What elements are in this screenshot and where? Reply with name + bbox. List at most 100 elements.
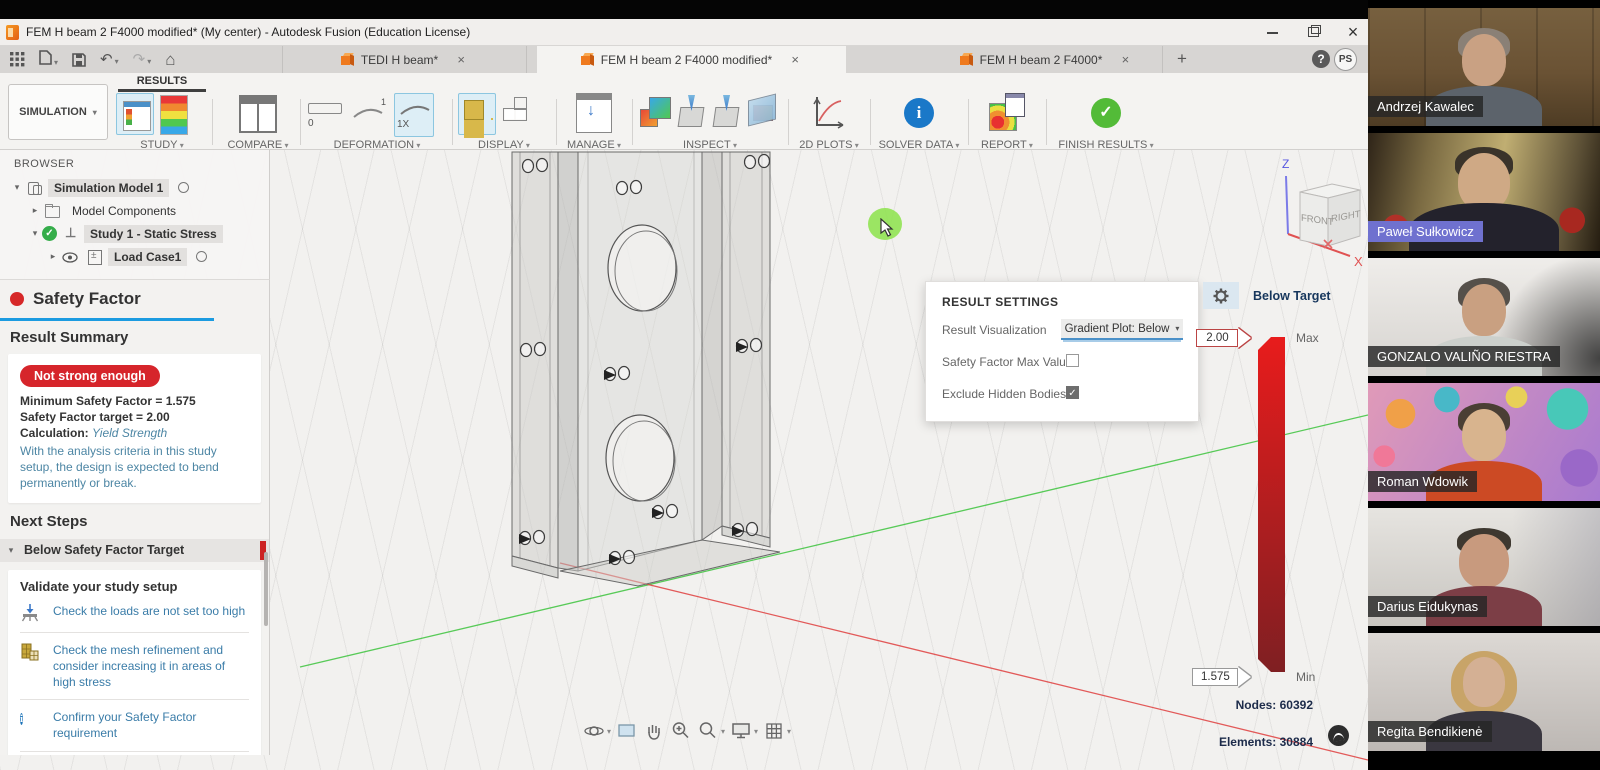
- slice-plane-icon[interactable]: [747, 93, 780, 129]
- video-tile[interactable]: Andrzej Kawalec: [1368, 8, 1600, 126]
- tab-close-icon[interactable]: [454, 52, 468, 67]
- study-details-icon[interactable]: [116, 93, 154, 135]
- ribbon-tab-results[interactable]: RESULTS: [118, 75, 206, 87]
- step-text: Check the mesh refinement and consider i…: [53, 642, 249, 691]
- tree-item-study1[interactable]: ▾ Study 1 - Static Stress: [0, 222, 269, 245]
- save-icon[interactable]: [72, 53, 86, 67]
- tab-tedi-h-beam[interactable]: TEDI H beam*: [282, 46, 527, 73]
- redo-button[interactable]: ↷▾: [133, 50, 152, 69]
- video-tile[interactable]: Darius Eidukynas: [1368, 508, 1600, 626]
- finish-results-icon[interactable]: [1091, 98, 1121, 128]
- h-beam-model[interactable]: [470, 150, 990, 620]
- display-settings-button[interactable]: ▾: [730, 720, 758, 742]
- display-blocks-icon[interactable]: [502, 97, 536, 131]
- deformation-actual-icon[interactable]: 1: [350, 93, 388, 133]
- group-manage: MANAGE: [562, 93, 626, 149]
- activate-radio[interactable]: [178, 182, 189, 193]
- result-visualization-dropdown[interactable]: Gradient Plot: Below: [1061, 319, 1183, 340]
- compare-icon[interactable]: [239, 95, 277, 133]
- tab-close-icon[interactable]: [1118, 52, 1132, 67]
- 2d-plot-icon[interactable]: [811, 93, 847, 133]
- tab-label: FEM H beam 2 F4000 modified*: [601, 53, 772, 67]
- home-icon[interactable]: ⌂: [165, 50, 175, 70]
- step-nonlinear-study[interactable]: If the Displacement result shows high di…: [20, 752, 249, 756]
- expand-caret-icon[interactable]: ▸: [46, 251, 60, 262]
- legend-min-pointer[interactable]: 1.575: [1192, 666, 1251, 687]
- display-mesh-icon[interactable]: [458, 93, 496, 135]
- video-tile[interactable]: Regita Bendikienė: [1368, 633, 1600, 751]
- window-title: FEM H beam 2 F4000 modified* (My center)…: [26, 25, 470, 39]
- expand-caret-icon[interactable]: ▸: [28, 205, 42, 216]
- top-black-strip: [0, 0, 1368, 19]
- tab-label: FEM H beam 2 F4000*: [980, 53, 1103, 67]
- inspect-results-icon[interactable]: [640, 97, 671, 129]
- legend-color-bar[interactable]: [1258, 337, 1285, 672]
- orbit-button[interactable]: ▾: [583, 720, 611, 742]
- legend-min-value[interactable]: 1.575: [1192, 668, 1238, 686]
- maximize-button[interactable]: [1306, 25, 1320, 39]
- deformation-undeformed-icon[interactable]: 0: [306, 93, 344, 133]
- legend-settings-button[interactable]: [1203, 282, 1239, 309]
- safety-factor-max-checkbox[interactable]: [1066, 354, 1079, 367]
- pan-button[interactable]: [643, 720, 665, 742]
- nodes-count: Nodes: 60392: [1150, 698, 1313, 712]
- ribbon-toolbar: SIMULATION RESULTS STUDY COMPARE 0 1: [0, 73, 1368, 150]
- group-display: DISPLAY: [458, 93, 550, 149]
- step-confirm-requirement[interactable]: Confirm your Safety Factor requirement: [20, 700, 249, 751]
- collapse-caret-icon[interactable]: ▾: [28, 228, 42, 239]
- document-cube-icon: [581, 53, 594, 66]
- fit-button[interactable]: ▾: [697, 720, 725, 742]
- tree-item-load-case1[interactable]: ▸ Load Case1: [0, 245, 269, 268]
- fusion-window: FEM H beam 2 F4000 modified* (My center)…: [0, 0, 1368, 770]
- deformation-one-label: 1: [381, 97, 386, 107]
- workspace-selector[interactable]: SIMULATION: [8, 84, 108, 140]
- video-tile[interactable]: Paweł Sułkowicz: [1368, 133, 1600, 251]
- legend-max-pointer[interactable]: 2.00: [1196, 327, 1251, 348]
- activate-radio[interactable]: [196, 251, 207, 262]
- look-at-button[interactable]: [616, 720, 638, 742]
- grid-settings-button[interactable]: ▾: [763, 720, 791, 742]
- minimize-button[interactable]: [1266, 25, 1280, 39]
- view-cube[interactable]: Z X FRONT RIGHT: [1268, 152, 1378, 277]
- app-grid-menu-icon[interactable]: [10, 52, 25, 67]
- collapse-caret-icon[interactable]: ▾: [10, 182, 24, 193]
- legend-max-value[interactable]: 2.00: [1196, 329, 1238, 347]
- help-icon[interactable]: [1312, 50, 1330, 68]
- step-check-mesh[interactable]: Check the mesh refinement and consider i…: [20, 633, 249, 701]
- tab-fem-h-beam-modified[interactable]: FEM H beam 2 F4000 modified*: [537, 46, 846, 73]
- below-target-section-row[interactable]: ▾ Below Safety Factor Target: [0, 539, 269, 562]
- probe-icon[interactable]: [712, 93, 741, 129]
- file-menu-button[interactable]: ▾: [39, 50, 58, 70]
- video-tile[interactable]: Roman Wdowik: [1368, 383, 1600, 501]
- deformation-1x-label: 1X: [397, 119, 409, 130]
- participant-name: Paweł Sułkowicz: [1368, 221, 1483, 242]
- legend-min-label: Min: [1296, 670, 1315, 684]
- manage-icon[interactable]: [576, 93, 612, 133]
- probe-xyz-icon[interactable]: [677, 93, 706, 129]
- video-tile[interactable]: GONZALO VALIÑO RIESTRA: [1368, 258, 1600, 376]
- gear-icon: [1213, 288, 1229, 304]
- step-check-loads[interactable]: Check the loads are not set too high: [20, 594, 249, 633]
- zoom-button[interactable]: [670, 720, 692, 742]
- dialog-title: RESULT SETTINGS: [926, 282, 1198, 309]
- tab-close-icon[interactable]: [788, 52, 802, 67]
- browser-header: BROWSER: [0, 150, 269, 176]
- tree-item-model-components[interactable]: ▸ Model Components: [0, 199, 269, 222]
- report-icon[interactable]: [989, 93, 1025, 131]
- folder-icon: [44, 203, 62, 219]
- deformation-scaled-icon[interactable]: 1X: [394, 93, 434, 137]
- tab-fem-h-beam[interactable]: FEM H beam 2 F4000*: [930, 46, 1163, 73]
- mesh-icon: [20, 642, 44, 662]
- solver-data-icon[interactable]: [904, 98, 934, 128]
- exclude-hidden-checkbox[interactable]: [1066, 386, 1079, 399]
- close-button[interactable]: [1346, 25, 1360, 39]
- new-tab-button[interactable]: +: [1172, 49, 1192, 69]
- visibility-eye-icon[interactable]: [62, 249, 80, 265]
- panel-scrollbar[interactable]: [264, 552, 268, 626]
- legend-gradient-icon[interactable]: [160, 95, 188, 135]
- user-avatar[interactable]: PS: [1334, 48, 1357, 71]
- step-text: Confirm your Safety Factor requirement: [53, 709, 249, 741]
- undo-button[interactable]: ↶▾: [100, 50, 119, 69]
- tree-item-simulation-model[interactable]: ▾ Simulation Model 1: [0, 176, 269, 199]
- section-caret-icon: ▾: [4, 545, 18, 556]
